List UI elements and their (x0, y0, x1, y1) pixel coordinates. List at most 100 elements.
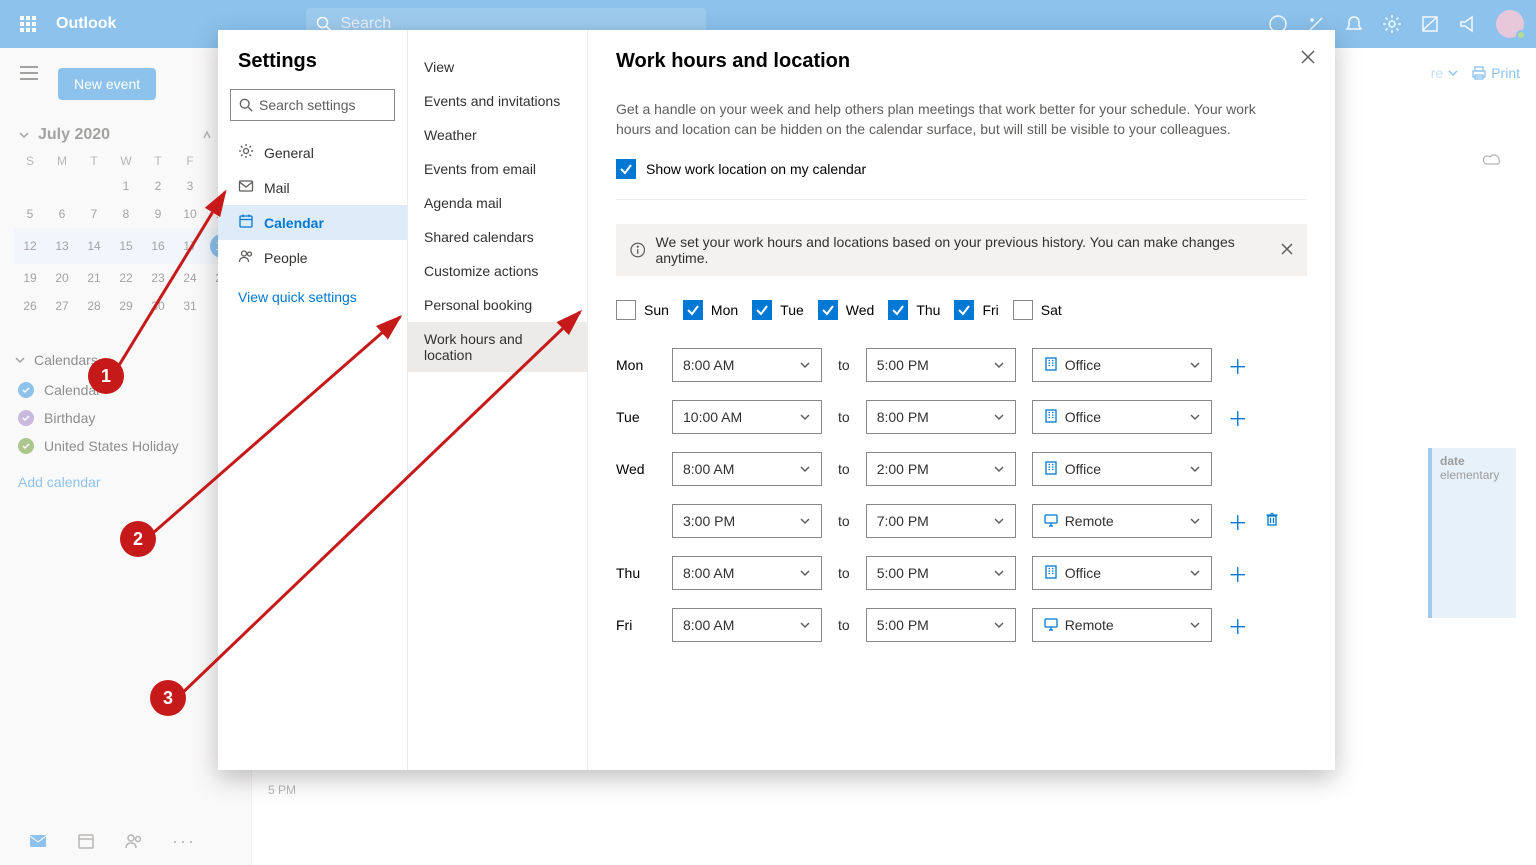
chevron-down-icon (1189, 463, 1201, 475)
end-time-select[interactable]: 8:00 PM (866, 400, 1016, 434)
chevron-down-icon (1189, 515, 1201, 527)
settings-sub-agenda mail[interactable]: Agenda mail (408, 186, 587, 220)
building-icon (1043, 460, 1059, 476)
day-toggle-sat[interactable]: Sat (1013, 300, 1062, 320)
start-time-select[interactable]: 8:00 AM (672, 452, 822, 486)
check-icon (957, 303, 971, 317)
day-toggle-sun[interactable]: Sun (616, 300, 669, 320)
day-toggle-thu[interactable]: Thu (888, 300, 940, 320)
show-location-checkbox[interactable] (616, 159, 636, 179)
annotation-badge-2: 2 (120, 521, 156, 557)
start-time-select[interactable]: 3:00 PM (672, 504, 822, 538)
chevron-down-icon (993, 619, 1005, 631)
checkbox[interactable] (818, 300, 838, 320)
building-icon (1043, 408, 1059, 424)
hours-row-fri: Fri 8:00 AM to 5:00 PM Remote ＋ (616, 608, 1307, 642)
info-icon (630, 242, 645, 258)
checkbox[interactable] (752, 300, 772, 320)
chevron-down-icon (799, 619, 811, 631)
day-toggle-wed[interactable]: Wed (818, 300, 875, 320)
location-select[interactable]: Office (1032, 400, 1212, 434)
location-select[interactable]: Remote (1032, 504, 1212, 538)
day-toggle-tue[interactable]: Tue (752, 300, 804, 320)
end-time-select[interactable]: 5:00 PM (866, 608, 1016, 642)
settings-sub-shared calendars[interactable]: Shared calendars (408, 220, 587, 254)
end-time-select[interactable]: 7:00 PM (866, 504, 1016, 538)
delete-slot-button[interactable] (1264, 511, 1280, 532)
settings-sub-events from email[interactable]: Events from email (408, 152, 587, 186)
chevron-down-icon (1189, 567, 1201, 579)
add-slot-button[interactable]: ＋ (1228, 403, 1248, 432)
day-label: Thu (616, 565, 656, 581)
checkbox[interactable] (1013, 300, 1033, 320)
add-slot-button[interactable]: ＋ (1228, 507, 1248, 536)
location-select[interactable]: Office (1032, 452, 1212, 486)
check-icon (619, 162, 633, 176)
day-toggle-mon[interactable]: Mon (683, 300, 738, 320)
chevron-down-icon (799, 411, 811, 423)
settings-group-calendar[interactable]: Calendar (218, 205, 407, 240)
info-banner: We set your work hours and locations bas… (616, 224, 1307, 276)
annotation-badge-3: 3 (150, 680, 186, 716)
settings-sub-events and invitations[interactable]: Events and invitations (408, 84, 587, 118)
building-icon (1043, 564, 1059, 580)
chevron-down-icon (993, 359, 1005, 371)
chevron-down-icon (993, 463, 1005, 475)
checkbox[interactable] (954, 300, 974, 320)
dismiss-info-button[interactable] (1281, 242, 1293, 258)
chevron-down-icon (799, 359, 811, 371)
to-label: to (838, 617, 850, 633)
check-icon (891, 303, 905, 317)
end-time-select[interactable]: 2:00 PM (866, 452, 1016, 486)
start-time-select[interactable]: 8:00 AM (672, 608, 822, 642)
day-toggle-fri[interactable]: Fri (954, 300, 998, 320)
end-time-select[interactable]: 5:00 PM (866, 348, 1016, 382)
chevron-down-icon (993, 411, 1005, 423)
weekday-selector: Sun Mon Tue Wed Thu Fri (616, 300, 1307, 320)
settings-sub-work hours and location[interactable]: Work hours and location (408, 322, 587, 372)
settings-sub-customize actions[interactable]: Customize actions (408, 254, 587, 288)
chevron-down-icon (799, 463, 811, 475)
hours-row-mon: Mon 8:00 AM to 5:00 PM Office ＋ (616, 348, 1307, 382)
chevron-down-icon (799, 515, 811, 527)
add-slot-button[interactable]: ＋ (1228, 611, 1248, 640)
start-time-select[interactable]: 10:00 AM (672, 400, 822, 434)
checkbox[interactable] (616, 300, 636, 320)
checkbox[interactable] (888, 300, 908, 320)
settings-sub-weather[interactable]: Weather (408, 118, 587, 152)
start-time-select[interactable]: 8:00 AM (672, 348, 822, 382)
monitor-icon (1043, 512, 1059, 528)
show-location-label: Show work location on my calendar (646, 161, 866, 177)
chevron-down-icon (1189, 359, 1201, 371)
search-icon (239, 98, 253, 112)
to-label: to (838, 461, 850, 477)
quick-settings-link[interactable]: View quick settings (218, 275, 407, 319)
end-time-select[interactable]: 5:00 PM (866, 556, 1016, 590)
mail-icon (238, 178, 254, 197)
settings-search[interactable]: Search settings (230, 89, 395, 121)
check-icon (686, 303, 700, 317)
chevron-down-icon (993, 567, 1005, 579)
settings-sub-view[interactable]: View (408, 50, 587, 84)
check-icon (821, 303, 835, 317)
add-slot-button[interactable]: ＋ (1228, 351, 1248, 380)
chevron-down-icon (1189, 411, 1201, 423)
location-select[interactable]: Office (1032, 348, 1212, 382)
settings-dialog: Settings Search settings General Mail Ca… (218, 30, 1335, 770)
settings-content: Work hours and location Get a handle on … (588, 30, 1335, 770)
location-select[interactable]: Remote (1032, 608, 1212, 642)
settings-group-mail[interactable]: Mail (218, 170, 407, 205)
close-button[interactable] (1301, 50, 1315, 69)
settings-subnav: ViewEvents and invitationsWeatherEvents … (408, 30, 588, 770)
settings-group-people[interactable]: People (218, 240, 407, 275)
day-label: Mon (616, 357, 656, 373)
to-label: to (838, 513, 850, 529)
settings-sub-personal booking[interactable]: Personal booking (408, 288, 587, 322)
add-slot-button[interactable]: ＋ (1228, 559, 1248, 588)
start-time-select[interactable]: 8:00 AM (672, 556, 822, 590)
checkbox[interactable] (683, 300, 703, 320)
settings-group-general[interactable]: General (218, 135, 407, 170)
location-select[interactable]: Office (1032, 556, 1212, 590)
gear-icon (238, 143, 254, 162)
building-icon (1043, 356, 1059, 372)
